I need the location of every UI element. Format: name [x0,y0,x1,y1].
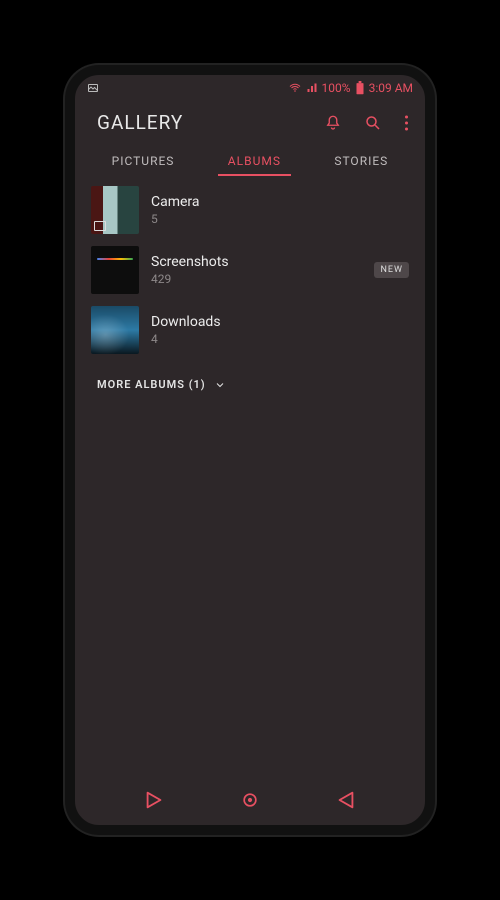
album-list: Camera 5 Screenshots 429 NEW Downloads 4… [75,178,425,409]
search-icon[interactable] [364,114,382,132]
phone-frame: 100% 3:09 AM GALLERY PICTURES ALBUMS STO… [65,65,435,835]
battery-icon [355,81,365,95]
wifi-icon [288,82,302,94]
list-item[interactable]: Camera 5 [91,180,409,240]
chevron-down-icon [214,379,226,391]
app-header: GALLERY [75,101,425,140]
more-menu-icon[interactable] [404,114,409,132]
tab-pictures[interactable]: PICTURES [106,146,181,178]
notifications-icon[interactable] [324,114,342,132]
album-count: 429 [151,272,362,286]
signal-icon [306,82,318,94]
home-button[interactable] [240,790,260,810]
tab-albums[interactable]: ALBUMS [222,146,287,178]
page-title: GALLERY [97,111,324,134]
gallery-indicator-icon [87,82,99,94]
more-albums-label: MORE ALBUMS (1) [97,378,206,391]
status-bar: 100% 3:09 AM [75,75,425,101]
tab-bar: PICTURES ALBUMS STORIES [75,140,425,178]
back-button[interactable] [335,789,357,811]
album-thumbnail [91,246,139,294]
album-name: Camera [151,194,409,210]
recent-apps-button[interactable] [143,789,165,811]
clock: 3:09 AM [369,81,413,95]
album-thumbnail [91,186,139,234]
new-badge: NEW [374,262,409,278]
album-name: Downloads [151,314,409,330]
tab-stories[interactable]: STORIES [328,146,394,178]
list-item[interactable]: Downloads 4 [91,300,409,360]
album-count: 5 [151,212,409,226]
album-name: Screenshots [151,254,362,270]
system-nav-bar [75,777,425,825]
album-thumbnail [91,306,139,354]
battery-percent: 100% [322,81,351,95]
more-albums-button[interactable]: MORE ALBUMS (1) [91,360,409,409]
list-item[interactable]: Screenshots 429 NEW [91,240,409,300]
album-count: 4 [151,332,409,346]
